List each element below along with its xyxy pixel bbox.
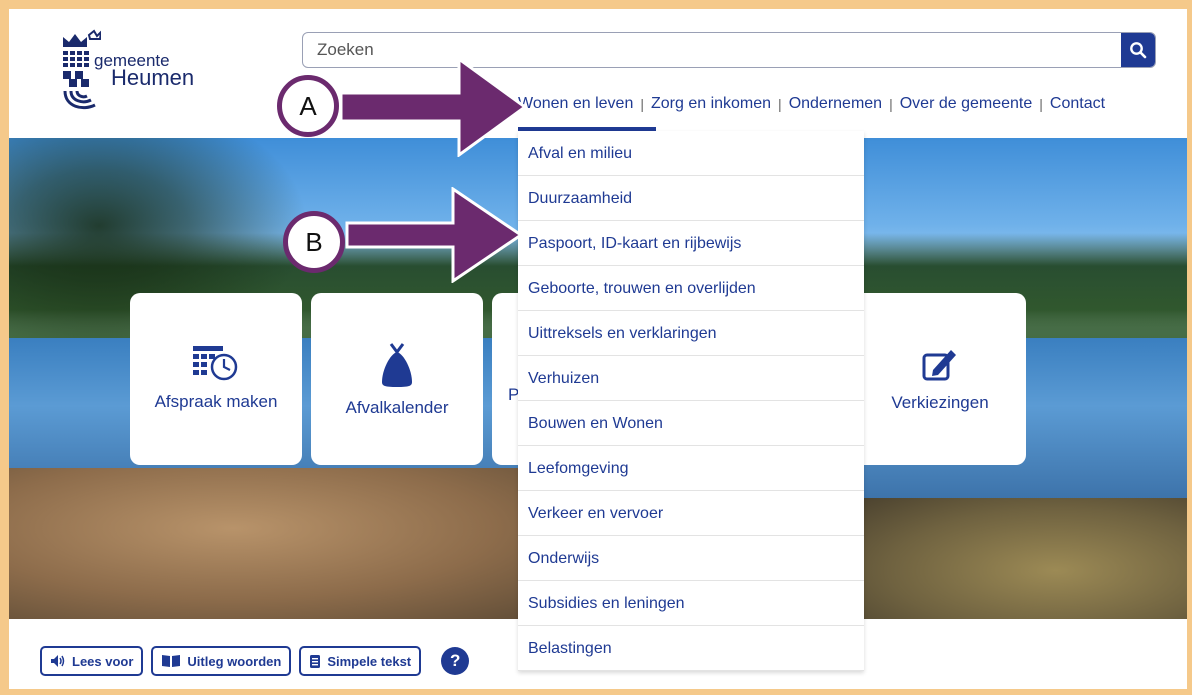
submenu-item-verhuizen[interactable]: Verhuizen	[518, 356, 864, 401]
document-icon	[310, 654, 321, 668]
read-aloud-label: Lees voor	[72, 653, 134, 669]
book-icon	[162, 655, 181, 667]
nav-item-over-de-gemeente[interactable]: Over de gemeente	[900, 95, 1033, 113]
nav-separator: |	[778, 96, 782, 112]
tile-afspraak-maken[interactable]: Afspraak maken	[130, 293, 302, 465]
crown-crest-icon	[63, 29, 101, 110]
readspeaker-toolbar: Lees voor Uitleg woorden Simpele tekst ?	[40, 646, 470, 676]
nav-separator: |	[1039, 96, 1043, 112]
submenu-wonen-en-leven: Afval en milieu Duurzaamheid Paspoort, I…	[518, 131, 864, 671]
submenu-item-paspoort[interactable]: Paspoort, ID-kaart en rijbewijs	[518, 221, 864, 266]
tile-label: Afspraak maken	[154, 392, 278, 411]
help-button[interactable]: ?	[441, 647, 470, 675]
search-icon	[1130, 42, 1147, 59]
nav-separator: |	[889, 96, 893, 112]
tile-afvalkalender[interactable]: Afvalkalender	[311, 293, 483, 465]
logo-text-heumen: Heumen	[111, 65, 195, 90]
ballot-pencil-icon	[922, 350, 956, 381]
submenu-item-bouwen-en-wonen[interactable]: Bouwen en Wonen	[518, 401, 864, 446]
submenu-item-duurzaamheid[interactable]: Duurzaamheid	[518, 176, 864, 221]
calendar-clock-icon	[193, 346, 238, 381]
read-aloud-button[interactable]: Lees voor	[40, 646, 144, 676]
tile-verkiezingen[interactable]: Verkiezingen	[854, 293, 1026, 465]
hero-sandbank-left	[9, 468, 569, 619]
submenu-item-afval-en-milieu[interactable]: Afval en milieu	[518, 131, 864, 176]
nav-item-zorg-en-inkomen[interactable]: Zorg en inkomen	[651, 95, 771, 113]
annotation-label-a: A	[277, 75, 339, 137]
page-frame: gemeente Heumen Wonen en leven | Zorg en…	[9, 9, 1187, 689]
submenu-item-uittreksels[interactable]: Uittreksels en verklaringen	[518, 311, 864, 356]
glossary-label: Uitleg woorden	[187, 653, 282, 669]
submenu-item-verkeer[interactable]: Verkeer en vervoer	[518, 491, 864, 536]
hero-sandbank-right	[859, 498, 1187, 619]
speaker-icon	[51, 655, 65, 667]
submenu-item-onderwijs[interactable]: Onderwijs	[518, 536, 864, 581]
municipality-logo[interactable]: gemeente Heumen	[61, 29, 211, 129]
tile-label: Verkiezingen	[891, 393, 989, 412]
annotation-label-b: B	[283, 211, 345, 273]
main-navigation: Wonen en leven | Zorg en inkomen | Onder…	[518, 95, 1105, 113]
submenu-item-geboorte[interactable]: Geboorte, trouwen en overlijden	[518, 266, 864, 311]
glossary-button[interactable]: Uitleg woorden	[151, 646, 292, 676]
annotation-arrow-b	[345, 187, 524, 283]
nav-item-wonen-en-leven[interactable]: Wonen en leven	[518, 95, 633, 113]
submenu-item-leefomgeving[interactable]: Leefomgeving	[518, 446, 864, 491]
nav-separator: |	[640, 96, 644, 112]
nav-item-contact[interactable]: Contact	[1050, 95, 1105, 113]
nav-item-ondernemen[interactable]: Ondernemen	[789, 95, 882, 113]
waste-bag-icon	[382, 343, 412, 387]
submenu-item-belastingen[interactable]: Belastingen	[518, 626, 864, 671]
simple-text-label: Simpele tekst	[327, 653, 412, 669]
search-button[interactable]	[1121, 33, 1155, 67]
submenu-item-subsidies[interactable]: Subsidies en leningen	[518, 581, 864, 626]
simple-text-button[interactable]: Simpele tekst	[299, 646, 422, 676]
annotation-arrow-a	[339, 57, 528, 157]
tile-label: Afvalkalender	[345, 398, 449, 417]
